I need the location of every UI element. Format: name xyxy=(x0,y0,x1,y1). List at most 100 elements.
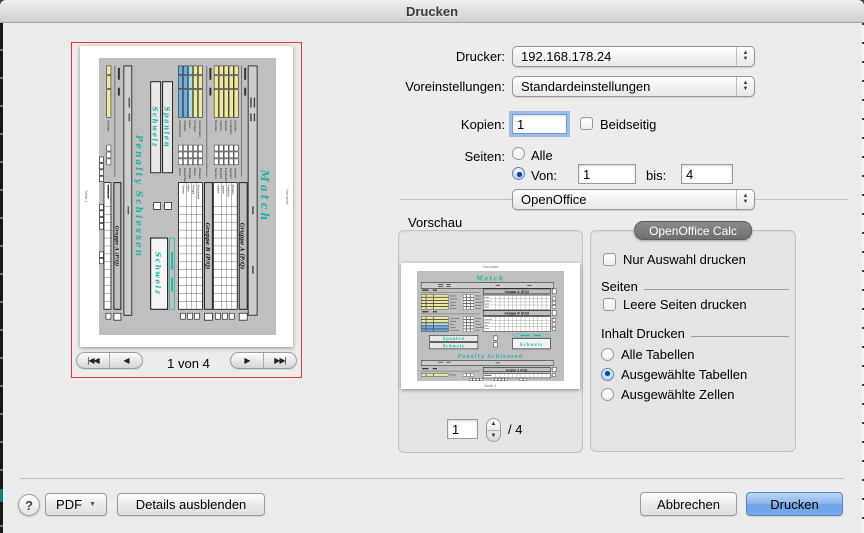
stepper-down-icon: ▼ xyxy=(491,433,497,439)
stepper-up-icon: ▲ xyxy=(491,421,497,427)
presets-popup-value: Standardeinstellungen xyxy=(521,79,736,94)
svg-text:Frankreich: Frankreich xyxy=(229,120,233,134)
pages-all-radio[interactable] xyxy=(512,147,525,160)
first-page-button[interactable]: |◀◀ xyxy=(77,353,109,368)
svg-text:Frankreich: Frankreich xyxy=(450,298,457,301)
empty-pages-checkbox[interactable] xyxy=(603,298,616,311)
svg-text:Deutschland: Deutschland xyxy=(183,168,187,185)
empty-pages-row: Leere Seiten drucken xyxy=(603,297,747,312)
previous-page-button[interactable]: ◀ xyxy=(109,353,142,368)
group-divider-line xyxy=(691,336,789,337)
group-a-header: Gruppe A (P/Q) xyxy=(239,223,246,270)
svg-text:Brasilien: Brasilien xyxy=(450,294,456,297)
first-page-icon: |◀◀ xyxy=(87,356,98,365)
svg-text:Spanien: Spanien xyxy=(229,168,233,179)
print-button[interactable]: Drucken xyxy=(746,492,843,516)
last-page-icon: ▶▶| xyxy=(274,356,285,365)
group-a-header-2: Gruppe A (P/Q) xyxy=(113,226,120,267)
thumbnail-nav-forward-group: ▶ ▶▶| xyxy=(230,352,297,369)
group-a-header: Gruppe A (P/Q) xyxy=(504,290,529,294)
svg-text:Brasilien: Brasilien xyxy=(214,120,218,132)
pages-from-radio[interactable] xyxy=(512,167,525,180)
svg-text:Spanien: Spanien xyxy=(221,185,225,195)
preview-box-schweiz: Schweiz xyxy=(443,343,465,348)
vorschau-page-total: / 4 xyxy=(508,422,522,437)
presets-popup[interactable]: Standardeinstellungen ▲▼ xyxy=(512,76,755,97)
preview-selection-frame: Vorrunde Seite 1 Match Gruppe A (P/Q) Br… xyxy=(71,42,302,378)
svg-text:Deutschland: Deutschland xyxy=(196,185,200,200)
pages-to-input[interactable]: 4 xyxy=(681,164,733,184)
svg-text:Holland: Holland xyxy=(219,120,223,130)
group-b-header: Gruppe B (P/Q) xyxy=(504,311,529,315)
app-options-popup[interactable]: OpenOffice ▲▼ xyxy=(512,189,755,210)
printer-popup[interactable]: 192.168.178.24 ▲▼ xyxy=(512,46,755,67)
sheet-preview-graphic: Match Gruppe A (P/Q) Brasilien Frankreic… xyxy=(99,58,276,335)
two-sided-checkbox[interactable] xyxy=(580,117,593,130)
empty-pages-label: Leere Seiten drucken xyxy=(623,297,747,312)
content-group-header: Inhalt Drucken xyxy=(601,326,789,341)
svg-text:Frankreich: Frankreich xyxy=(475,301,482,304)
selected-tables-row: Ausgewählte Tabellen xyxy=(601,367,747,382)
last-page-button[interactable]: ▶▶| xyxy=(263,353,296,368)
svg-text:Deutschland: Deutschland xyxy=(475,326,484,329)
all-tables-radio[interactable] xyxy=(601,348,614,361)
svg-text:Italien: Italien xyxy=(475,320,479,323)
svg-text:Spanien: Spanien xyxy=(475,308,481,310)
selection-only-label: Nur Auswahl drucken xyxy=(623,252,746,267)
pdf-button-label: PDF xyxy=(56,497,82,512)
svg-text:Brasilien: Brasilien xyxy=(475,304,481,307)
selected-cells-radio[interactable] xyxy=(601,388,614,401)
background-window-teal-mark xyxy=(0,489,3,502)
copies-label: Kopien: xyxy=(305,117,505,132)
calc-options-panel: OpenOffice Calc Nur Auswahl drucken Seit… xyxy=(590,230,796,452)
vorschau-page-input[interactable]: 1 xyxy=(447,419,478,439)
two-sided-label: Beidseitig xyxy=(600,117,656,132)
pages-from-input[interactable]: 1 xyxy=(578,164,636,184)
app-options-popup-value: OpenOffice xyxy=(521,192,736,207)
svg-text:Frankreich: Frankreich xyxy=(224,168,228,182)
stepper-up-button[interactable]: ▲ xyxy=(487,419,500,430)
content-group-label: Inhalt Drucken xyxy=(601,326,685,341)
selected-tables-radio[interactable] xyxy=(601,368,614,381)
selected-cells-label: Ausgewählte Zellen xyxy=(621,387,734,402)
svg-text:Schweiz: Schweiz xyxy=(198,168,202,180)
preview-box-schweiz: Schweiz xyxy=(151,106,160,148)
hide-details-button[interactable]: Details ausblenden xyxy=(117,493,265,516)
selection-only-checkbox[interactable] xyxy=(603,253,616,266)
help-icon: ? xyxy=(25,498,33,513)
svg-text:Holland: Holland xyxy=(216,185,220,194)
svg-text:Spanien: Spanien xyxy=(450,302,456,304)
help-button[interactable]: ? xyxy=(18,494,40,516)
preview-title-penalty: Penalty Schiessen xyxy=(457,354,523,360)
page-footer-text: Seite 1 xyxy=(84,46,89,347)
vorschau-section-label: Vorschau xyxy=(408,215,462,230)
thumbnail-page: Vorrunde Seite 1 Match Gruppe A (P/Q) Br… xyxy=(80,46,293,347)
svg-text:Italien: Italien xyxy=(475,329,479,332)
svg-text:Spanien: Spanien xyxy=(475,299,481,301)
calc-panel-title: OpenOffice Calc xyxy=(649,224,737,238)
print-button-label: Drucken xyxy=(770,497,818,512)
all-tables-row: Alle Tabellen xyxy=(601,347,694,362)
page-header-text: Vorrunde xyxy=(401,264,580,269)
title-bar: Drucken xyxy=(0,0,864,23)
preview-title-penalty: Penalty Schiessen xyxy=(133,134,143,258)
svg-text:Italien: Italien xyxy=(450,323,454,326)
svg-text:Portugal: Portugal xyxy=(475,323,481,326)
cancel-button[interactable]: Abbrechen xyxy=(640,492,737,516)
copies-input[interactable]: 1 xyxy=(512,114,567,134)
thumbnail-page-indicator: 1 von 4 xyxy=(146,356,231,371)
print-dialog: Drucken Vorrunde Seite 1 Match Gruppe A … xyxy=(0,0,864,533)
svg-text:Italien: Italien xyxy=(178,168,182,176)
sheet-preview-graphic: Match Gruppe A (P/Q) Brasilien Frankreic… xyxy=(417,271,564,381)
stepper-down-button[interactable]: ▼ xyxy=(487,430,500,442)
selection-only-row: Nur Auswahl drucken xyxy=(603,252,746,267)
next-page-button[interactable]: ▶ xyxy=(231,353,263,368)
next-page-icon: ▶ xyxy=(244,356,249,365)
svg-text:Italien: Italien xyxy=(188,120,192,128)
all-tables-label: Alle Tabellen xyxy=(621,347,694,362)
printer-label: Drucker: xyxy=(305,49,505,64)
vorschau-page: Vorrunde Seite 1 Match Gruppe A (P/Q) Br… xyxy=(401,263,580,389)
popup-updown-icon: ▲▼ xyxy=(736,190,754,209)
pdf-menu-button[interactable]: PDF ▼ xyxy=(45,493,107,516)
svg-text:Deutschland: Deutschland xyxy=(450,329,459,332)
